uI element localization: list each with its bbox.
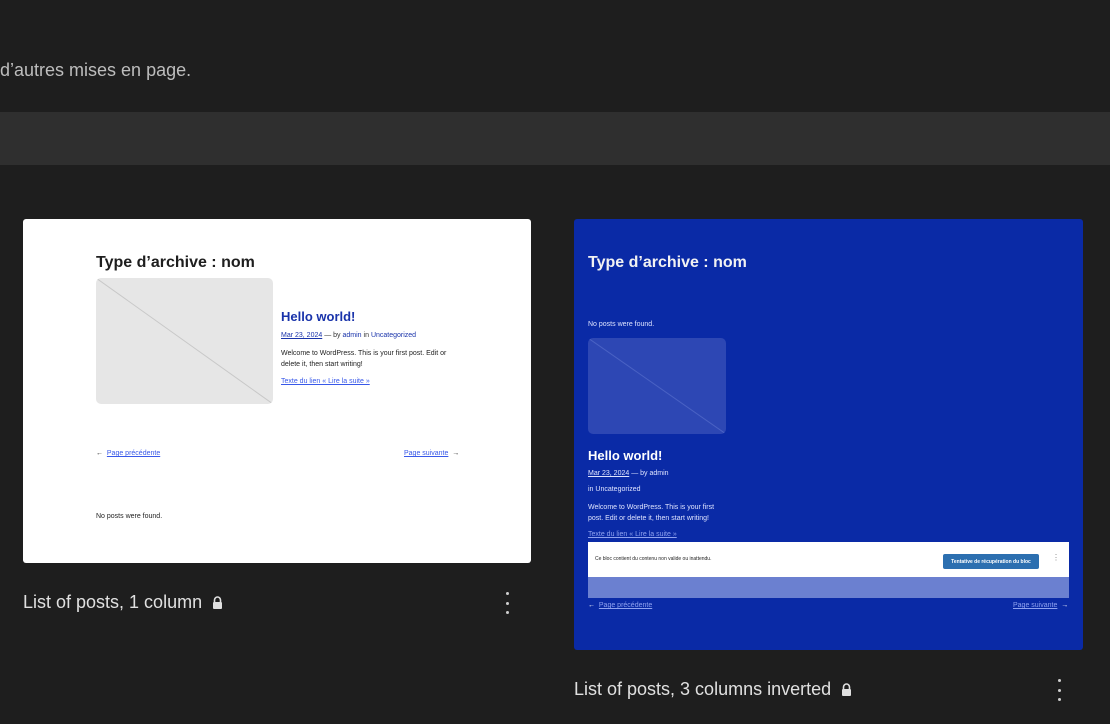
previous-page-link[interactable]: ← Page précédente <box>588 602 652 609</box>
by-text: — by <box>324 332 341 339</box>
post-title[interactable]: Hello world! <box>588 448 662 463</box>
next-page-link[interactable]: Page suivante → <box>1013 602 1068 609</box>
next-page-link[interactable]: Page suivante → <box>404 450 459 457</box>
more-vertical-icon[interactable] <box>1056 679 1062 701</box>
previous-page-label: Page précédente <box>598 602 653 609</box>
arrow-right-icon: → <box>452 450 460 457</box>
by-author-text: — by admin <box>631 470 669 477</box>
read-more-link[interactable]: Texte du lien « Lire la suite » <box>281 378 370 385</box>
pattern-preview-list-1-column[interactable]: Type d’archive : nom Hello world! Mar 23… <box>23 219 531 563</box>
archive-title: Type d’archive : nom <box>588 254 747 271</box>
no-posts-message: No posts were found. <box>96 513 163 520</box>
arrow-right-icon: → <box>1061 602 1069 609</box>
read-more-link[interactable]: Texte du lien « Lire la suite » <box>588 531 677 538</box>
previous-page-link[interactable]: ← Page précédente <box>96 450 160 457</box>
pattern-caption-1: List of posts, 1 column <box>23 592 223 613</box>
warning-more-icon[interactable]: ⋮ <box>1052 553 1060 562</box>
post-date[interactable]: Mar 23, 2024 <box>588 470 629 477</box>
post-date[interactable]: Mar 23, 2024 <box>281 332 322 339</box>
lock-icon <box>842 682 852 696</box>
post-meta: Mar 23, 2024 — by admin in Uncategorized <box>281 332 416 339</box>
warning-message: Ce bloc contient du contenu non valide o… <box>595 556 712 562</box>
post-excerpt: Welcome to WordPress. This is your first… <box>588 504 715 522</box>
next-page-label: Page suivante <box>1013 602 1058 609</box>
post-category[interactable]: Uncategorized <box>371 332 416 339</box>
attempt-block-recovery-button[interactable]: Tentative de récupération du bloc <box>943 554 1039 569</box>
featured-image-placeholder <box>588 338 726 434</box>
arrow-left-icon: ← <box>588 602 595 609</box>
invalid-block-warning: Ce bloc contient du contenu non valide o… <box>588 542 1069 577</box>
post-excerpt: Welcome to WordPress. This is your first… <box>281 350 447 368</box>
post-meta: Mar 23, 2024 — by admin <box>588 470 669 477</box>
intro-text: d’autres mises en page. <box>0 60 192 80</box>
post-title[interactable]: Hello world! <box>281 309 355 324</box>
post-author[interactable]: admin <box>343 332 362 339</box>
pattern-title: List of posts, 1 column <box>23 592 203 612</box>
toolbar-band <box>0 112 1110 165</box>
pattern-title: List of posts, 3 columns inverted <box>574 679 832 699</box>
next-page-label: Page suivante <box>404 450 449 457</box>
image-placeholder-icon <box>588 338 726 434</box>
more-vertical-icon[interactable] <box>504 592 510 614</box>
post-category: in Uncategorized <box>588 486 641 493</box>
no-posts-message: No posts were found. <box>588 321 655 328</box>
arrow-left-icon: ← <box>96 450 103 457</box>
pattern-preview-list-3-columns-inverted[interactable]: Type d’archive : nom No posts were found… <box>574 219 1083 650</box>
previous-page-label: Page précédente <box>106 450 161 457</box>
pattern-caption-2: List of posts, 3 columns inverted <box>574 679 852 700</box>
lock-icon <box>213 595 223 609</box>
block-overlay <box>588 577 1069 598</box>
featured-image-placeholder <box>96 278 273 404</box>
archive-title: Type d’archive : nom <box>96 254 255 271</box>
image-placeholder-icon <box>96 278 273 404</box>
in-text: in <box>363 332 369 339</box>
